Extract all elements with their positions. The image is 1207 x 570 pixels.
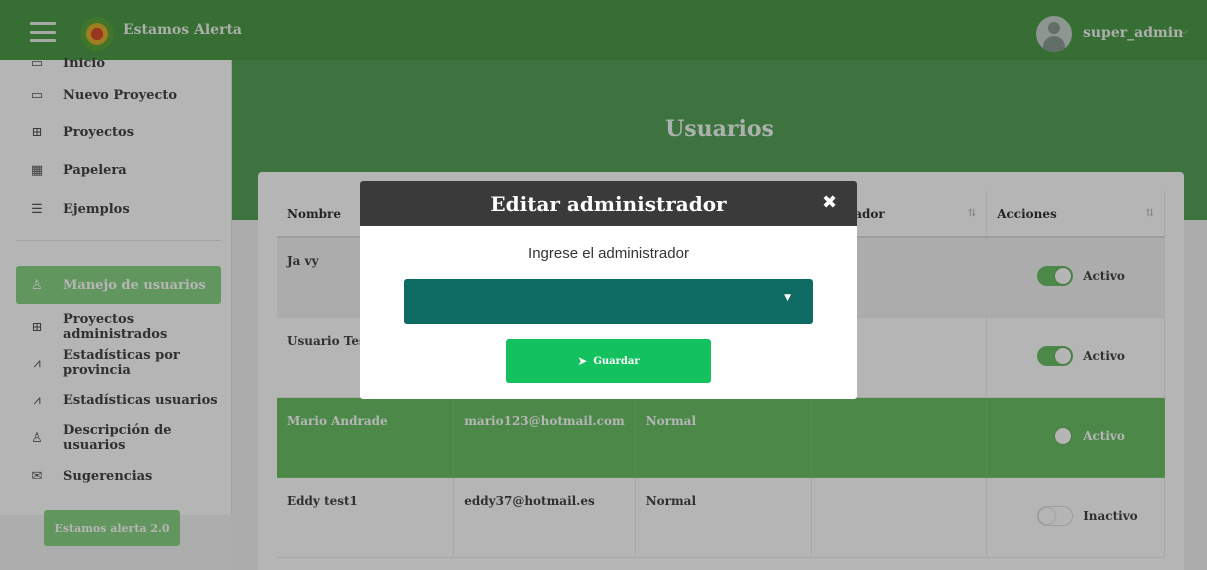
close-icon[interactable]: ✖ [822,193,838,213]
edit-admin-modal: Editar administrador ✖ Ingrese el admini… [360,181,857,399]
save-button[interactable]: ➤ Guardar [506,339,711,383]
modal-header: Editar administrador ✖ [360,181,857,226]
save-button-label: Guardar [593,355,640,367]
modal-title: Editar administrador [490,192,727,216]
send-icon: ➤ [577,354,588,368]
modal-prompt: Ingrese el administrador [528,245,689,262]
caret-down-icon: ▼ [784,293,791,303]
admin-select[interactable]: ▼ [404,279,813,324]
